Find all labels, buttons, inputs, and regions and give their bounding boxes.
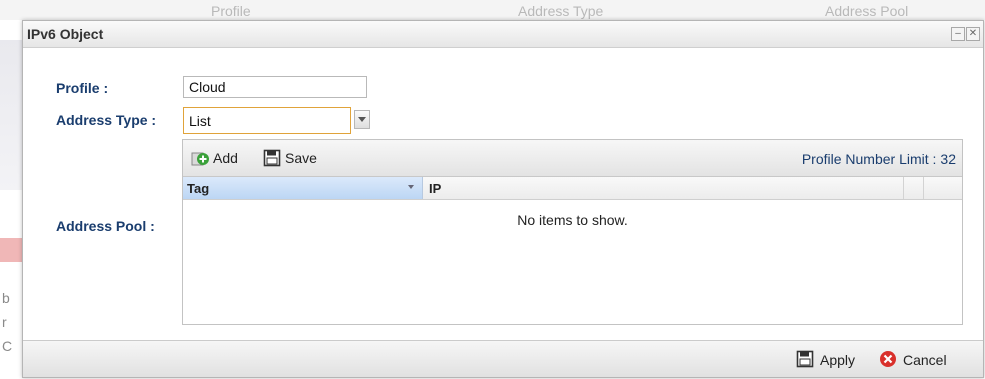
profile-number-limit: Profile Number Limit :32 <box>802 151 956 167</box>
dialog-title: IPv6 Object <box>27 26 104 42</box>
address-pool-grid: Add Save Profile Number Limit :32 Tag IP <box>182 139 963 325</box>
address-type-select[interactable]: List <box>183 107 351 134</box>
save-label: Save <box>285 150 317 166</box>
minimize-button[interactable]: – <box>951 27 965 41</box>
save-icon <box>263 149 281 167</box>
column-header-tag[interactable]: Tag <box>183 177 423 199</box>
background-highlight-row <box>0 238 22 262</box>
grid-column-header: Tag IP <box>183 177 962 200</box>
address-type-label: Address Type : <box>56 112 157 128</box>
apply-button[interactable]: Apply <box>796 350 866 369</box>
limit-value: 32 <box>940 151 956 167</box>
chevron-down-icon <box>358 117 366 122</box>
background-col-address-pool: Address Pool <box>825 3 909 19</box>
cancel-icon <box>880 351 896 367</box>
profile-label: Profile : <box>56 80 109 96</box>
column-header-extra <box>923 177 944 199</box>
sort-down-icon[interactable] <box>408 185 414 189</box>
column-tag-label: Tag <box>187 181 210 196</box>
limit-label: Profile Number Limit : <box>801 151 937 167</box>
cancel-label: Cancel <box>903 352 947 368</box>
save-button[interactable]: Save <box>263 149 333 168</box>
dialog-titlebar[interactable]: IPv6 Object – ✕ <box>23 21 983 48</box>
save-icon <box>796 350 814 368</box>
background-table-header: Profile Address Type Address Pool <box>0 0 985 20</box>
add-icon <box>191 152 209 166</box>
apply-label: Apply <box>820 352 856 368</box>
add-label: Add <box>213 150 238 166</box>
background-text: C <box>2 338 13 354</box>
empty-grid-message: No items to show. <box>517 212 628 228</box>
close-button[interactable]: ✕ <box>966 27 980 41</box>
ipv6-object-dialog: IPv6 Object – ✕ Profile : Address Type :… <box>22 20 984 378</box>
address-type-dropdown-button[interactable] <box>354 110 370 129</box>
profile-input[interactable] <box>183 76 367 98</box>
address-type-value: List <box>189 113 211 129</box>
cancel-button[interactable]: Cancel <box>879 351 969 369</box>
background-sidebar <box>0 40 22 190</box>
dialog-footer: Apply Cancel <box>23 340 983 377</box>
background-text: b <box>2 290 10 306</box>
add-button[interactable]: Add <box>191 150 251 168</box>
background-col-profile: Profile <box>211 3 251 19</box>
column-header-extra <box>903 177 924 199</box>
address-pool-label: Address Pool : <box>56 218 155 234</box>
pool-toolbar: Add Save Profile Number Limit :32 <box>183 140 962 177</box>
background-col-address-type: Address Type <box>518 3 604 19</box>
background-text: r <box>2 314 7 330</box>
column-header-ip[interactable]: IP <box>429 181 441 196</box>
